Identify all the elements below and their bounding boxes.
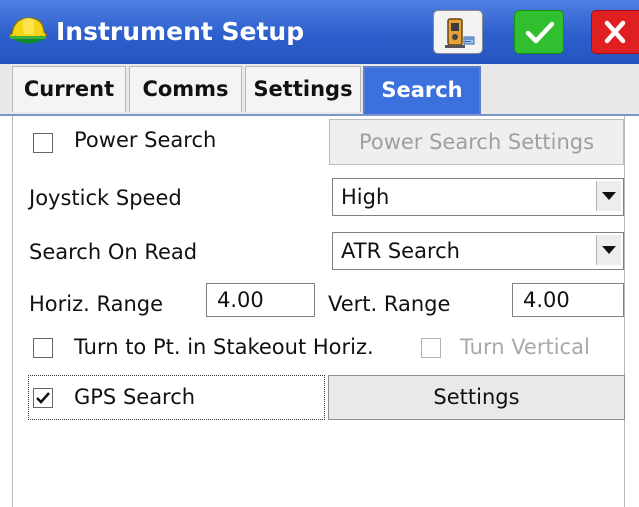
ok-button[interactable] <box>514 10 564 54</box>
tab-search[interactable]: Search <box>363 66 481 114</box>
turn-vertical-label: Turn Vertical <box>460 335 590 359</box>
joystick-speed-select[interactable]: High <box>332 178 624 216</box>
power-search-label: Power Search <box>74 128 217 152</box>
tab-settings[interactable]: Settings <box>245 66 361 112</box>
instrument-button[interactable] <box>433 10 483 54</box>
vert-range-label: Vert. Range <box>328 292 451 316</box>
chevron-down-icon[interactable] <box>596 235 621 265</box>
gps-search-checkbox[interactable] <box>33 388 53 408</box>
panel-left-edge <box>12 116 13 507</box>
tab-strip: Current Comms Settings Search <box>0 64 639 116</box>
tab-current[interactable]: Current <box>12 66 126 112</box>
tab-comms[interactable]: Comms <box>129 66 242 112</box>
joystick-speed-value: High <box>341 185 390 209</box>
turn-vertical-checkbox[interactable] <box>421 338 441 358</box>
surveyor-hardhat-icon <box>8 14 48 50</box>
title-bar: Instrument Setup <box>0 0 639 64</box>
checkmark-icon <box>36 392 50 404</box>
close-x-icon <box>604 20 626 44</box>
gps-settings-button[interactable]: Settings <box>328 375 625 420</box>
chevron-down-icon[interactable] <box>596 181 621 211</box>
power-search-checkbox[interactable] <box>33 133 53 153</box>
turn-to-pt-checkbox[interactable] <box>33 338 53 358</box>
cancel-button[interactable] <box>591 10 639 54</box>
gps-search-label: GPS Search <box>74 385 196 409</box>
total-station-icon <box>445 18 475 48</box>
horiz-range-input[interactable]: 4.00 <box>206 283 315 317</box>
power-search-settings-button[interactable]: Power Search Settings <box>329 119 624 165</box>
window-title: Instrument Setup <box>56 17 305 46</box>
vert-range-input[interactable]: 4.00 <box>512 283 624 317</box>
search-on-read-select[interactable]: ATR Search <box>332 232 624 270</box>
joystick-speed-label: Joystick Speed <box>29 186 182 210</box>
search-on-read-label: Search On Read <box>29 240 198 264</box>
search-on-read-value: ATR Search <box>341 239 460 263</box>
turn-to-pt-label: Turn to Pt. in Stakeout Horiz. <box>74 335 374 359</box>
horiz-range-label: Horiz. Range <box>29 292 164 316</box>
checkmark-icon <box>525 21 555 44</box>
panel-right-edge <box>624 116 625 507</box>
